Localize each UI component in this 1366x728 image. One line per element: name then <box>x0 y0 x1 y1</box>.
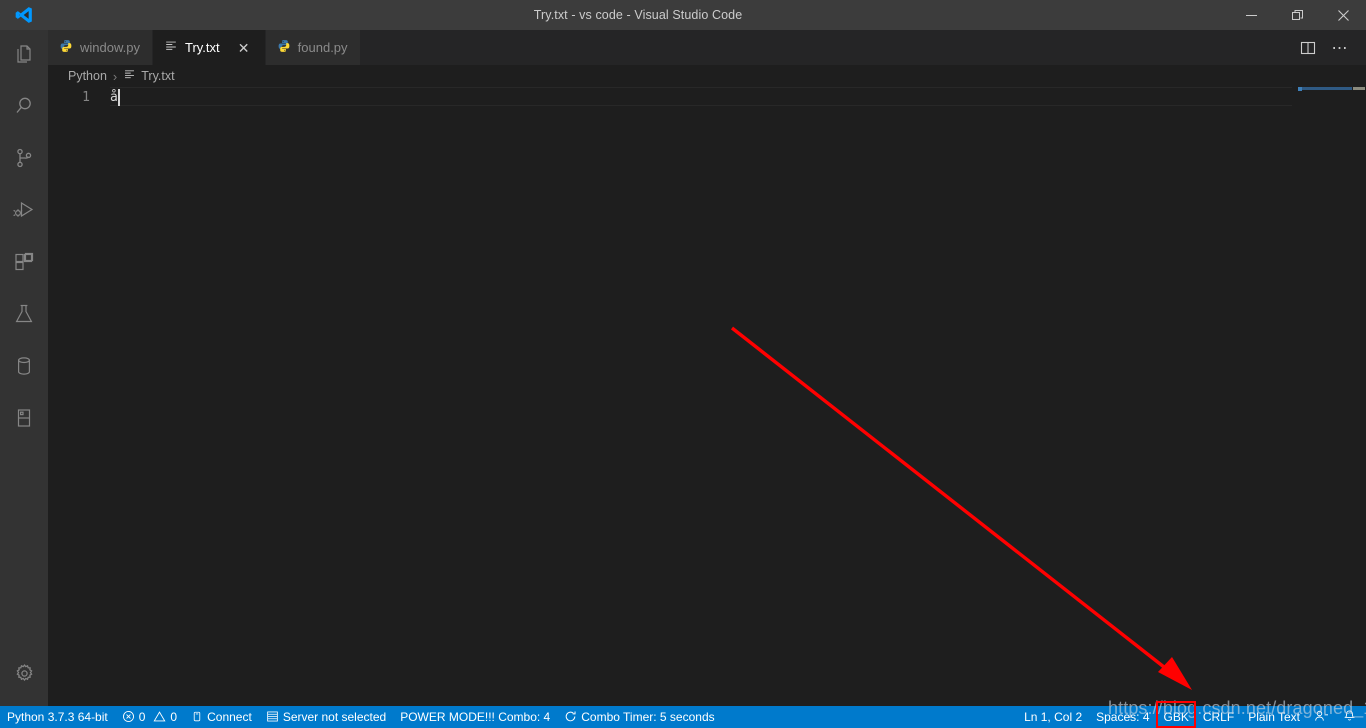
status-language-mode[interactable]: Plain Text <box>1241 706 1307 728</box>
status-bar-right: Ln 1, Col 2 Spaces: 4 GBK CRLF Plain Tex… <box>1017 706 1366 728</box>
status-python-interpreter[interactable]: Python 3.7.3 64-bit <box>0 706 115 728</box>
sync-icon <box>564 710 577 725</box>
sidebar-item-notebook[interactable] <box>0 394 48 446</box>
breadcrumb: Python › Try.txt <box>48 65 1366 87</box>
sidebar-item-search[interactable] <box>0 82 48 134</box>
tab-try-txt[interactable]: Try.txt ✕ <box>152 30 266 65</box>
status-notifications[interactable] <box>1336 706 1366 728</box>
tab-bar: window.py Try.txt ✕ found.py ⋯ <box>48 30 1366 65</box>
files-icon <box>12 42 36 71</box>
status-indentation[interactable]: Spaces: 4 <box>1089 706 1156 728</box>
tab-label: Try.txt <box>184 40 220 55</box>
tab-window-py[interactable]: window.py <box>48 30 153 65</box>
vscode-logo-icon <box>0 0 48 30</box>
editor-area[interactable]: 1 å <box>48 87 1366 698</box>
status-live-share[interactable] <box>1307 706 1336 728</box>
overview-ruler-mark <box>1353 87 1365 90</box>
breadcrumb-folder[interactable]: Python <box>68 69 107 83</box>
sidebar-item-extensions[interactable] <box>0 238 48 290</box>
status-bar: Python 3.7.3 64-bit 0 0 Connect Server n… <box>0 706 1366 728</box>
sidebar-item-database[interactable] <box>0 342 48 394</box>
breadcrumb-file[interactable]: Try.txt <box>123 68 175 84</box>
tab-close-button[interactable]: ✕ <box>235 39 253 57</box>
status-eol[interactable]: CRLF <box>1196 706 1241 728</box>
tab-label: window.py <box>80 40 140 55</box>
minimize-button[interactable] <box>1228 0 1274 30</box>
run-debug-icon <box>12 198 36 227</box>
search-icon <box>12 94 36 123</box>
indentation-label: Spaces: 4 <box>1096 710 1150 724</box>
tab-label: found.py <box>297 40 348 55</box>
vscode-window: Try.txt - vs code - Visual Studio Code w… <box>0 0 1366 728</box>
plug-icon <box>191 710 203 725</box>
status-bar-left: Python 3.7.3 64-bit 0 0 Connect Server n… <box>0 706 722 728</box>
status-problems[interactable]: 0 0 <box>115 706 184 728</box>
text-file-icon <box>164 39 178 56</box>
breadcrumb-file-label: Try.txt <box>141 69 175 83</box>
power-mode-label: POWER MODE!!! Combo: 4 <box>400 710 551 724</box>
combo-timer-label: Combo Timer: 5 seconds <box>581 710 715 724</box>
server-icon <box>266 710 279 725</box>
sidebar-item-explorer[interactable] <box>0 30 48 82</box>
python-file-icon <box>277 39 291 56</box>
gear-icon <box>13 662 36 690</box>
sidebar-item-source-control[interactable] <box>0 134 48 186</box>
cursor-position-label: Ln 1, Col 2 <box>1024 710 1083 724</box>
status-server[interactable]: Server not selected <box>259 706 393 728</box>
server-status-label: Server not selected <box>282 710 387 724</box>
encoding-label: GBK <box>1163 710 1189 724</box>
text-file-icon <box>123 68 136 84</box>
more-actions-icon[interactable]: ⋯ <box>1326 34 1354 62</box>
python-interpreter-label: Python 3.7.3 64-bit <box>7 710 108 724</box>
error-icon <box>122 710 135 725</box>
extensions-icon <box>12 250 36 279</box>
line-number-gutter: 1 <box>48 87 110 698</box>
code-line-1[interactable]: å <box>110 87 1366 106</box>
error-count: 0 <box>138 710 146 724</box>
overview-ruler[interactable] <box>1352 87 1366 698</box>
line-number: 1 <box>82 90 90 105</box>
restore-button[interactable] <box>1274 0 1320 30</box>
window-title: Try.txt - vs code - Visual Studio Code <box>533 8 743 22</box>
eol-label: CRLF <box>1202 710 1235 724</box>
window-controls <box>1228 0 1366 30</box>
tab-found-py[interactable]: found.py <box>265 30 361 65</box>
close-button[interactable] <box>1320 0 1366 30</box>
status-power-mode[interactable]: POWER MODE!!! Combo: 4 <box>393 706 557 728</box>
breadcrumb-folder-label: Python <box>68 69 107 83</box>
notebook-icon <box>12 406 36 435</box>
warning-icon <box>153 710 166 725</box>
breadcrumb-separator-icon: › <box>112 68 118 84</box>
code-text: å <box>110 90 118 105</box>
code-content[interactable]: å <box>110 87 1366 698</box>
title-bar: Try.txt - vs code - Visual Studio Code <box>0 0 1366 30</box>
branch-icon <box>12 146 36 175</box>
editor-actions: ⋯ <box>1294 30 1366 65</box>
person-add-icon <box>1314 709 1329 725</box>
warning-count: 0 <box>170 710 178 724</box>
language-mode-label: Plain Text <box>1248 710 1300 724</box>
database-icon <box>12 354 36 383</box>
minimap[interactable] <box>1292 87 1366 698</box>
flask-icon <box>12 302 36 331</box>
status-connect[interactable]: Connect <box>184 706 259 728</box>
status-combo-timer[interactable]: Combo Timer: 5 seconds <box>557 706 721 728</box>
activity-bar <box>0 30 48 728</box>
status-encoding[interactable]: GBK <box>1157 706 1196 728</box>
python-file-icon <box>59 39 73 56</box>
bell-icon <box>1343 709 1356 725</box>
sidebar-item-run-debug[interactable] <box>0 186 48 238</box>
split-editor-icon[interactable] <box>1294 34 1322 62</box>
sidebar-item-manage[interactable] <box>0 650 48 702</box>
status-cursor-position[interactable]: Ln 1, Col 2 <box>1017 706 1089 728</box>
connect-label: Connect <box>207 710 252 724</box>
text-cursor <box>117 89 120 106</box>
sidebar-item-testing[interactable] <box>0 290 48 342</box>
